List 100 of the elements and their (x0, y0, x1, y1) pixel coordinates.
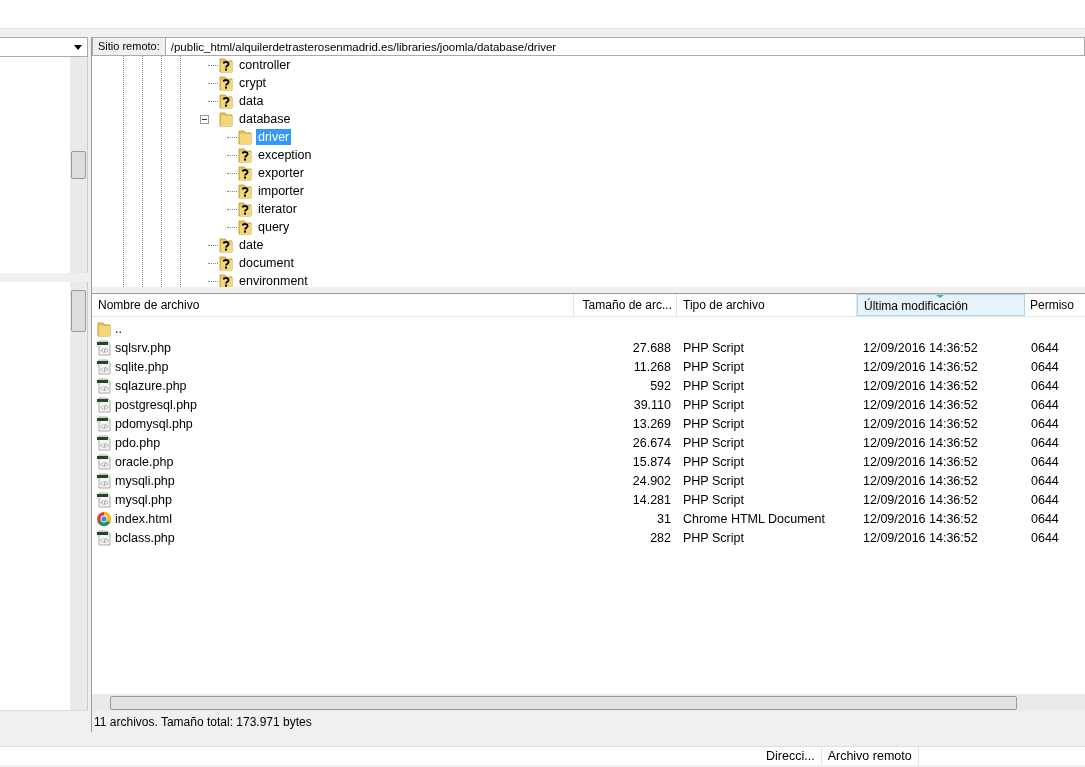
script-file-icon (96, 377, 112, 394)
column-header[interactable]: Direcci... (760, 747, 822, 765)
file-name[interactable]: pdo.php (115, 435, 161, 450)
vertical-scrollbar[interactable] (70, 57, 87, 273)
tree-item[interactable]: document (237, 255, 296, 271)
tree-item[interactable]: date (237, 237, 266, 253)
column-header[interactable]: Tamaño de arc... (574, 294, 677, 316)
unknown-folder-icon (237, 183, 253, 199)
tree-item[interactable]: importer (256, 183, 306, 199)
table-cell: 14.281 (632, 492, 671, 507)
table-cell: 11.268 (633, 359, 671, 374)
file-name[interactable]: sqlite.php (115, 359, 169, 374)
table-cell: PHP Script (683, 492, 744, 507)
collapse-toggle[interactable] (200, 114, 209, 124)
table-cell: 0644 (1031, 530, 1059, 545)
table-cell: PHP Script (683, 340, 744, 355)
script-file-icon (96, 491, 112, 508)
tree-item[interactable]: database (237, 111, 293, 127)
script-file-icon (96, 358, 112, 375)
file-name[interactable]: oracle.php (115, 454, 174, 469)
table-cell: 592 (650, 378, 671, 393)
unknown-folder-icon (218, 93, 234, 109)
unknown-folder-icon (218, 57, 234, 73)
column-header[interactable]: Nombre de archivo (92, 294, 574, 316)
column-header[interactable]: Archivo remoto (821, 747, 919, 765)
horizontal-scrollbar[interactable] (92, 694, 1085, 711)
table-cell: PHP Script (683, 530, 744, 545)
column-header[interactable]: Permiso (1025, 294, 1085, 316)
table-cell: PHP Script (683, 378, 744, 393)
table-cell: 0644 (1031, 378, 1059, 393)
folder-icon (237, 129, 253, 145)
table-cell: 39.110 (633, 397, 671, 412)
table-cell: PHP Script (683, 359, 744, 374)
unknown-folder-icon (218, 75, 234, 91)
table-cell: 0644 (1031, 340, 1059, 355)
table-cell: 12/09/2016 14:36:52 (863, 530, 978, 545)
folder-icon (96, 320, 112, 337)
file-name[interactable]: sqlsrv.php (115, 340, 172, 355)
table-cell: 12/09/2016 14:36:52 (863, 435, 978, 450)
table-cell: 282 (650, 530, 671, 545)
table-cell: 12/09/2016 14:36:52 (863, 340, 978, 355)
tree-item[interactable]: query (256, 219, 292, 235)
local-path-dropdown[interactable] (0, 37, 88, 57)
unknown-folder-icon (237, 165, 253, 181)
unknown-folder-icon (237, 201, 253, 217)
table-cell: PHP Script (683, 435, 744, 450)
tree-item[interactable]: crypt (237, 75, 269, 91)
table-cell: 12/09/2016 14:36:52 (863, 511, 978, 526)
unknown-folder-icon (218, 255, 234, 271)
table-cell: 0644 (1031, 416, 1059, 431)
folder-icon (218, 111, 234, 127)
table-cell: 27.688 (632, 340, 671, 355)
script-file-icon (96, 415, 112, 432)
table-cell: 26.674 (632, 435, 671, 450)
tree-item[interactable]: exception (256, 147, 314, 163)
file-name[interactable]: mysql.php (115, 492, 172, 507)
remote-site-label: Sitio remoto: (92, 37, 166, 56)
table-cell: PHP Script (683, 397, 744, 412)
script-file-icon (96, 453, 112, 470)
table-cell: Chrome HTML Document (683, 511, 825, 526)
table-cell: 12/09/2016 14:36:52 (863, 378, 978, 393)
tree-item[interactable]: exporter (256, 165, 306, 181)
file-name[interactable]: postgresql.php (115, 397, 197, 412)
table-cell: 12/09/2016 14:36:52 (863, 454, 978, 469)
table-cell: 12/09/2016 14:36:52 (863, 359, 978, 374)
vertical-scrollbar[interactable] (70, 282, 87, 710)
table-cell: 12/09/2016 14:36:52 (863, 397, 978, 412)
table-cell: PHP Script (683, 416, 744, 431)
unknown-folder-icon (218, 273, 234, 287)
column-header[interactable]: Última modificación (857, 294, 1025, 316)
file-name[interactable]: sqlazure.php (115, 378, 187, 393)
remote-path-field[interactable]: /public_html/alquilerdetrasterosenmadrid.es/libraries/joomla/database/driver (165, 37, 1085, 56)
file-name[interactable]: .. (115, 321, 122, 336)
table-cell: 15.874 (632, 454, 671, 469)
browser-file-icon (96, 510, 112, 527)
sort-arrow-icon (936, 295, 944, 298)
file-name[interactable]: mysqli.php (115, 473, 175, 488)
table-cell: 13.269 (632, 416, 671, 431)
table-cell: 0644 (1031, 397, 1059, 412)
file-name[interactable]: index.html (115, 511, 172, 526)
unknown-folder-icon (237, 219, 253, 235)
script-file-icon (96, 529, 112, 546)
table-cell: 0644 (1031, 359, 1059, 374)
status-text: 11 archivos. Tamaño total: 173.971 bytes (94, 714, 312, 729)
table-cell: PHP Script (683, 454, 744, 469)
table-cell: 12/09/2016 14:36:52 (863, 492, 978, 507)
tree-item[interactable]: data (237, 93, 266, 109)
script-file-icon (96, 472, 112, 489)
tree-item[interactable]: controller (237, 57, 293, 73)
file-name[interactable]: pdomysql.php (115, 416, 193, 431)
unknown-folder-icon (237, 147, 253, 163)
table-cell: 0644 (1031, 511, 1059, 526)
unknown-folder-icon (218, 237, 234, 253)
table-cell: 0644 (1031, 473, 1059, 488)
table-cell: 31 (657, 511, 671, 526)
tree-item[interactable]: iterator (256, 201, 299, 217)
tree-item[interactable]: environment (237, 273, 310, 287)
table-cell: 12/09/2016 14:36:52 (863, 416, 978, 431)
file-name[interactable]: bclass.php (115, 530, 175, 545)
table-cell: 24.902 (632, 473, 671, 488)
